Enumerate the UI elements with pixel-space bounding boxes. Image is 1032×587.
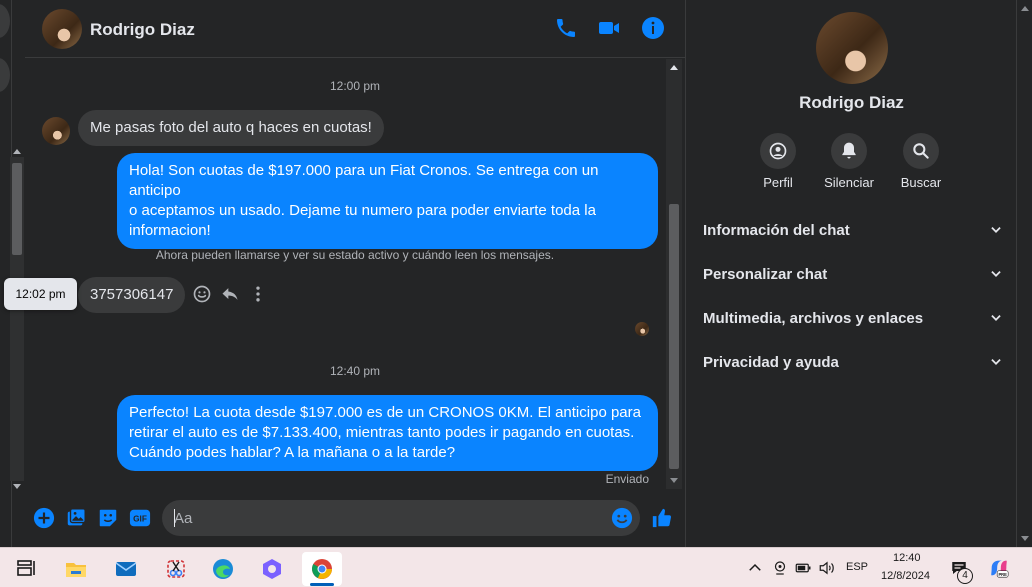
- system-notice: Ahora pueden llamarse y ver su estado ac…: [155, 248, 555, 262]
- chat-list-avatar[interactable]: [0, 58, 10, 92]
- scroll-up-arrow[interactable]: [670, 65, 678, 70]
- clock-date[interactable]: 12/8/2024: [881, 570, 930, 582]
- more-options-icon[interactable]: [248, 284, 268, 304]
- scrollbar-thumb[interactable]: [12, 163, 22, 255]
- section-privacy-help[interactable]: Privacidad y ayuda: [703, 350, 1003, 374]
- incoming-message[interactable]: Me pasas foto del auto q haces en cuotas…: [78, 110, 384, 146]
- thumbs-up-icon[interactable]: [651, 507, 673, 529]
- sticker-icon[interactable]: [97, 507, 119, 529]
- mail-icon[interactable]: [106, 552, 146, 586]
- copilot-app-icon[interactable]: [252, 552, 292, 586]
- battery-icon[interactable]: [794, 559, 812, 577]
- info-panel-scrollbar[interactable]: [1016, 0, 1032, 547]
- notification-count-badge: 4: [957, 568, 973, 584]
- scrollbar-thumb[interactable]: [669, 204, 679, 469]
- webcam-icon[interactable]: [771, 559, 789, 577]
- chat-scrollbar[interactable]: [666, 59, 682, 489]
- message-input[interactable]: [174, 500, 604, 536]
- timestamp-separator: 12:40 pm: [329, 364, 381, 378]
- message-list[interactable]: 12:00 pm Me pasas foto del auto q haces …: [25, 59, 685, 489]
- volume-icon[interactable]: [818, 559, 836, 577]
- add-icon[interactable]: [33, 507, 55, 529]
- edge-browser-icon[interactable]: [203, 552, 243, 586]
- video-call-icon[interactable]: [597, 16, 621, 40]
- emoji-icon[interactable]: [611, 507, 633, 529]
- copilot-icon[interactable]: PRE: [988, 557, 1010, 579]
- clock-time[interactable]: 12:40: [893, 552, 921, 564]
- chevron-down-icon: [991, 359, 1001, 365]
- task-view-icon[interactable]: [6, 552, 46, 586]
- chevron-up-icon[interactable]: [746, 559, 764, 577]
- section-customize-chat[interactable]: Personalizar chat: [703, 262, 1003, 286]
- composer-bar: GIF: [25, 495, 685, 541]
- svg-text:GIF: GIF: [133, 515, 147, 524]
- gif-icon[interactable]: GIF: [129, 507, 151, 529]
- reply-icon[interactable]: [220, 284, 240, 304]
- outgoing-message[interactable]: Hola! Son cuotas de $197.000 para un Fia…: [117, 153, 658, 249]
- mute-button[interactable]: Silenciar: [814, 133, 884, 190]
- chat-info-panel: Rodrigo Diaz Perfil Silenciar Buscar Inf…: [685, 0, 1016, 547]
- photo-icon[interactable]: [65, 507, 87, 529]
- search-icon[interactable]: [903, 133, 939, 169]
- contact-avatar-small[interactable]: [42, 117, 70, 145]
- scroll-up-arrow[interactable]: [1021, 6, 1029, 11]
- section-media-files-links[interactable]: Multimedia, archivos y enlaces: [703, 306, 1003, 330]
- file-explorer-icon[interactable]: [56, 552, 96, 586]
- search-button[interactable]: Buscar: [886, 133, 956, 190]
- chevron-down-icon: [991, 315, 1001, 321]
- profile-name: Rodrigo Diaz: [799, 93, 904, 112]
- chrome-browser-icon[interactable]: [302, 552, 342, 586]
- chat-list-scrollbar[interactable]: [10, 145, 24, 493]
- chat-list-avatar[interactable]: [0, 4, 10, 38]
- bell-icon[interactable]: [831, 133, 867, 169]
- sent-status: Enviado: [605, 472, 649, 486]
- section-chat-info[interactable]: Información del chat: [703, 218, 1003, 242]
- timestamp-tooltip: 12:02 pm: [4, 278, 77, 310]
- chevron-down-icon: [991, 227, 1001, 233]
- contact-name[interactable]: Rodrigo Diaz: [90, 20, 195, 40]
- profile-icon[interactable]: [760, 133, 796, 169]
- message-input-box[interactable]: [162, 500, 640, 536]
- snipping-tool-icon[interactable]: [156, 552, 196, 586]
- chevron-down-icon: [991, 271, 1001, 277]
- emoji-react-icon[interactable]: [192, 284, 212, 304]
- timestamp-separator: 12:00 pm: [329, 79, 381, 93]
- scroll-down-arrow[interactable]: [1021, 536, 1029, 541]
- conversation-panel: Rodrigo Diaz 12:00 pm Me pasas foto del …: [25, 0, 685, 547]
- info-icon[interactable]: [641, 16, 665, 40]
- read-receipt-avatar: [635, 322, 649, 336]
- profile-avatar[interactable]: [816, 12, 888, 84]
- phone-icon[interactable]: [554, 16, 578, 40]
- scroll-down-arrow[interactable]: [13, 484, 21, 489]
- scroll-down-arrow[interactable]: [670, 478, 678, 483]
- incoming-message[interactable]: 3757306147: [78, 277, 186, 313]
- outgoing-message[interactable]: Perfecto! La cuota desde $197.000 es de …: [117, 395, 658, 471]
- profile-button[interactable]: Perfil: [743, 133, 813, 190]
- language-indicator[interactable]: ESP: [846, 561, 868, 573]
- contact-avatar[interactable]: [42, 9, 82, 49]
- scroll-up-arrow[interactable]: [13, 149, 21, 154]
- taskbar: ESP 12:40 12/8/2024 4 PRE: [0, 547, 1032, 587]
- svg-text:PRE: PRE: [998, 572, 1007, 577]
- chat-header: Rodrigo Diaz: [25, 0, 685, 58]
